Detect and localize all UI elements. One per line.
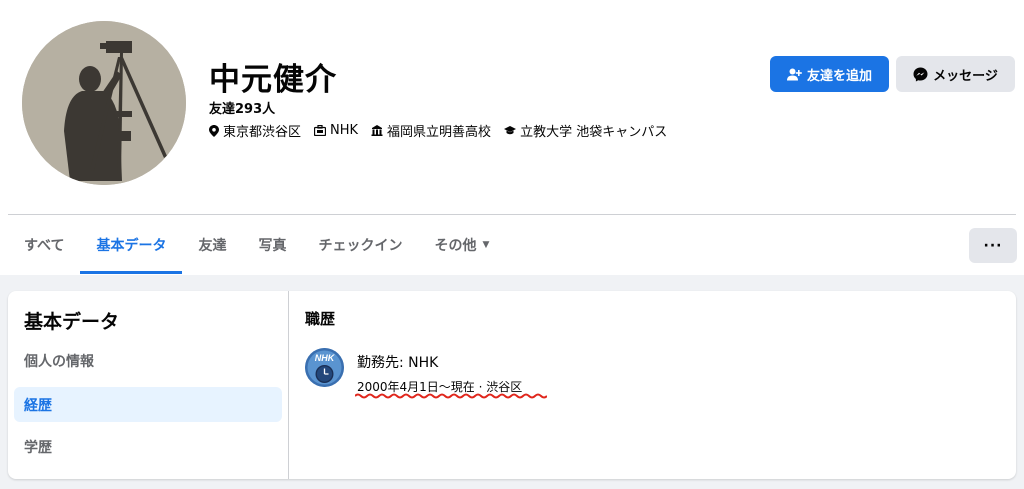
message-label: メッセージ xyxy=(933,68,998,84)
tab-all-label: すべて xyxy=(24,238,65,254)
avatar-photo xyxy=(22,21,186,185)
caret-down-icon: ▼ xyxy=(482,240,490,250)
tab-more[interactable]: その他 ▼ xyxy=(418,216,505,274)
tab-checkins-label: チェックイン xyxy=(318,238,403,254)
nhk-clock-logo: NHK xyxy=(305,348,344,387)
about-content: 職歴 NHK 勤務先: NHK 2000年4月1日〜現在 · 渋谷区 xyxy=(289,291,1016,479)
tab-friends-label: 友達 xyxy=(198,238,227,254)
work-employer[interactable]: 勤務先: NHK xyxy=(357,352,522,372)
message-button[interactable]: メッセージ xyxy=(896,56,1015,92)
about-sidebar: 基本データ 個人の情報 経歴 学歴 xyxy=(8,291,289,479)
university-text[interactable]: 立教大学 池袋キャンパス xyxy=(520,121,667,140)
work-text-block: 勤務先: NHK 2000年4月1日〜現在 · 渋谷区 xyxy=(355,348,547,399)
nhk-logo-icon[interactable]: NHK xyxy=(305,348,344,387)
high-school-item: 福岡県立明善高校 xyxy=(371,121,491,140)
red-underline-annotation xyxy=(355,393,547,399)
more-options-button[interactable]: ··· xyxy=(969,228,1017,263)
section-title-work: 職歴 xyxy=(305,310,336,328)
high-school-text[interactable]: 福岡県立明善高校 xyxy=(387,121,491,140)
tab-all[interactable]: すべて xyxy=(8,216,80,274)
about-nav-education[interactable]: 学歴 xyxy=(14,429,282,464)
about-card: 基本データ 個人の情報 経歴 学歴 職歴 NHK 勤務先: NHK 2000年4… xyxy=(8,291,1016,479)
tab-photos[interactable]: 写真 xyxy=(242,216,302,274)
profile-name: 中元健介 xyxy=(209,62,337,98)
tab-more-label: その他 xyxy=(434,238,477,254)
about-nav-label: 学歴 xyxy=(24,439,52,456)
add-friend-icon xyxy=(786,68,802,80)
tab-photos-label: 写真 xyxy=(258,238,287,254)
location-text: 東京都渋谷区 xyxy=(223,125,302,140)
tab-friends[interactable]: 友達 xyxy=(182,216,242,274)
about-title: 基本データ xyxy=(24,311,120,333)
work-text[interactable]: NHK xyxy=(330,123,358,138)
header-divider xyxy=(8,214,1016,215)
about-nav-label: 個人の情報 xyxy=(24,353,94,370)
university-item: 立教大学 池袋キャンパス xyxy=(504,121,667,140)
about-nav-career[interactable]: 経歴 xyxy=(14,387,282,422)
location-item: 東京都渋谷区 xyxy=(209,121,301,140)
friend-count[interactable]: 友達293人 xyxy=(209,98,275,117)
school-icon xyxy=(371,125,383,136)
add-friend-label: 友達を追加 xyxy=(806,68,872,84)
briefcase-icon xyxy=(314,125,327,136)
about-nav-label: 経歴 xyxy=(24,397,52,414)
tab-about-label: 基本データ xyxy=(96,238,167,254)
profile-header: 中元健介 友達293人 東京都渋谷区 NHK 福岡県立明善高校 立教大学 池袋キ… xyxy=(0,0,1024,275)
tab-checkins[interactable]: チェックイン xyxy=(302,216,418,274)
location-pin-icon xyxy=(209,124,219,137)
avatar[interactable] xyxy=(22,21,186,185)
add-friend-button[interactable]: 友達を追加 xyxy=(770,56,889,92)
profile-intro-row: 東京都渋谷区 NHK 福岡県立明善高校 立教大学 池袋キャンパス xyxy=(209,121,680,140)
work-period-text: 2000年4月1日〜現在 · 渋谷区 xyxy=(357,380,523,394)
about-nav-personal-info[interactable]: 個人の情報 xyxy=(14,343,282,378)
nhk-logo-text: NHK xyxy=(315,353,336,363)
graduation-cap-icon xyxy=(504,125,517,134)
work-entry: NHK 勤務先: NHK 2000年4月1日〜現在 · 渋谷区 xyxy=(305,348,547,399)
profile-tabs: すべて 基本データ 友達 写真 チェックイン その他 ▼ xyxy=(8,216,505,274)
work-item: NHK xyxy=(314,123,358,138)
messenger-icon xyxy=(913,67,928,81)
work-period: 2000年4月1日〜現在 · 渋谷区 xyxy=(355,378,547,399)
tab-about[interactable]: 基本データ xyxy=(80,216,183,274)
